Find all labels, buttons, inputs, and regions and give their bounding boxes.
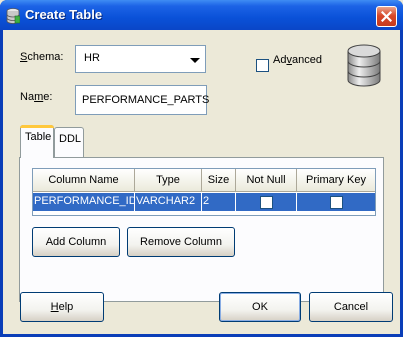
dialog-client-area: Schema: HR Advanced Name: PERFORMANCE_PA…: [3, 30, 400, 334]
column-header-primary-key[interactable]: Primary Key: [297, 169, 375, 192]
cell-not-null[interactable]: [236, 193, 297, 211]
columns-table: Column Name Type Size Not Null Primary K…: [32, 168, 376, 216]
table-row[interactable]: PERFORMANCE_ID VARCHAR2 2: [33, 193, 375, 211]
database-icon: [6, 8, 20, 24]
add-column-button[interactable]: Add Column: [32, 227, 120, 257]
advanced-label: Advanced: [273, 54, 322, 66]
window-title: Create Table: [25, 7, 103, 22]
column-header-size[interactable]: Size: [202, 169, 236, 192]
cell-column-name[interactable]: PERFORMANCE_ID: [33, 193, 135, 211]
database-icon: [347, 44, 381, 87]
column-header-type[interactable]: Type: [135, 169, 202, 192]
primary-key-checkbox[interactable]: [330, 196, 343, 209]
tab-table-label: Table: [25, 131, 52, 143]
column-header-name[interactable]: Column Name: [33, 169, 135, 192]
title-bar[interactable]: Create Table: [0, 0, 403, 30]
tab-ddl-label: DDL: [59, 133, 82, 145]
schema-dropdown[interactable]: HR: [75, 45, 206, 73]
dialog-window: Create Table Schema: HR Advanced Name: P…: [0, 0, 403, 337]
ok-button[interactable]: OK: [219, 292, 301, 322]
table-name-field[interactable]: PERFORMANCE_PARTS: [75, 85, 210, 115]
table-tab-panel: Column Name Type Size Not Null Primary K…: [19, 157, 384, 302]
remove-column-button[interactable]: Remove Column: [127, 227, 235, 257]
close-icon: [381, 11, 392, 22]
schema-value: HR: [84, 52, 100, 64]
name-label: Name:: [20, 91, 53, 103]
cell-size[interactable]: 2: [202, 193, 236, 211]
chevron-down-icon: [190, 58, 200, 63]
table-name-value: PERFORMANCE_PARTS: [82, 94, 210, 106]
help-button[interactable]: Help: [20, 292, 104, 322]
tab-ddl[interactable]: DDL: [54, 127, 84, 157]
schema-label: Schema:: [20, 51, 64, 63]
cell-type[interactable]: VARCHAR2: [135, 193, 202, 211]
close-button[interactable]: [376, 6, 397, 27]
tab-table[interactable]: Table: [20, 125, 54, 158]
cell-primary-key[interactable]: [297, 193, 375, 211]
cancel-button[interactable]: Cancel: [309, 292, 393, 322]
advanced-checkbox[interactable]: [256, 59, 269, 72]
column-header-not-null[interactable]: Not Null: [236, 169, 297, 192]
not-null-checkbox[interactable]: [260, 196, 273, 209]
